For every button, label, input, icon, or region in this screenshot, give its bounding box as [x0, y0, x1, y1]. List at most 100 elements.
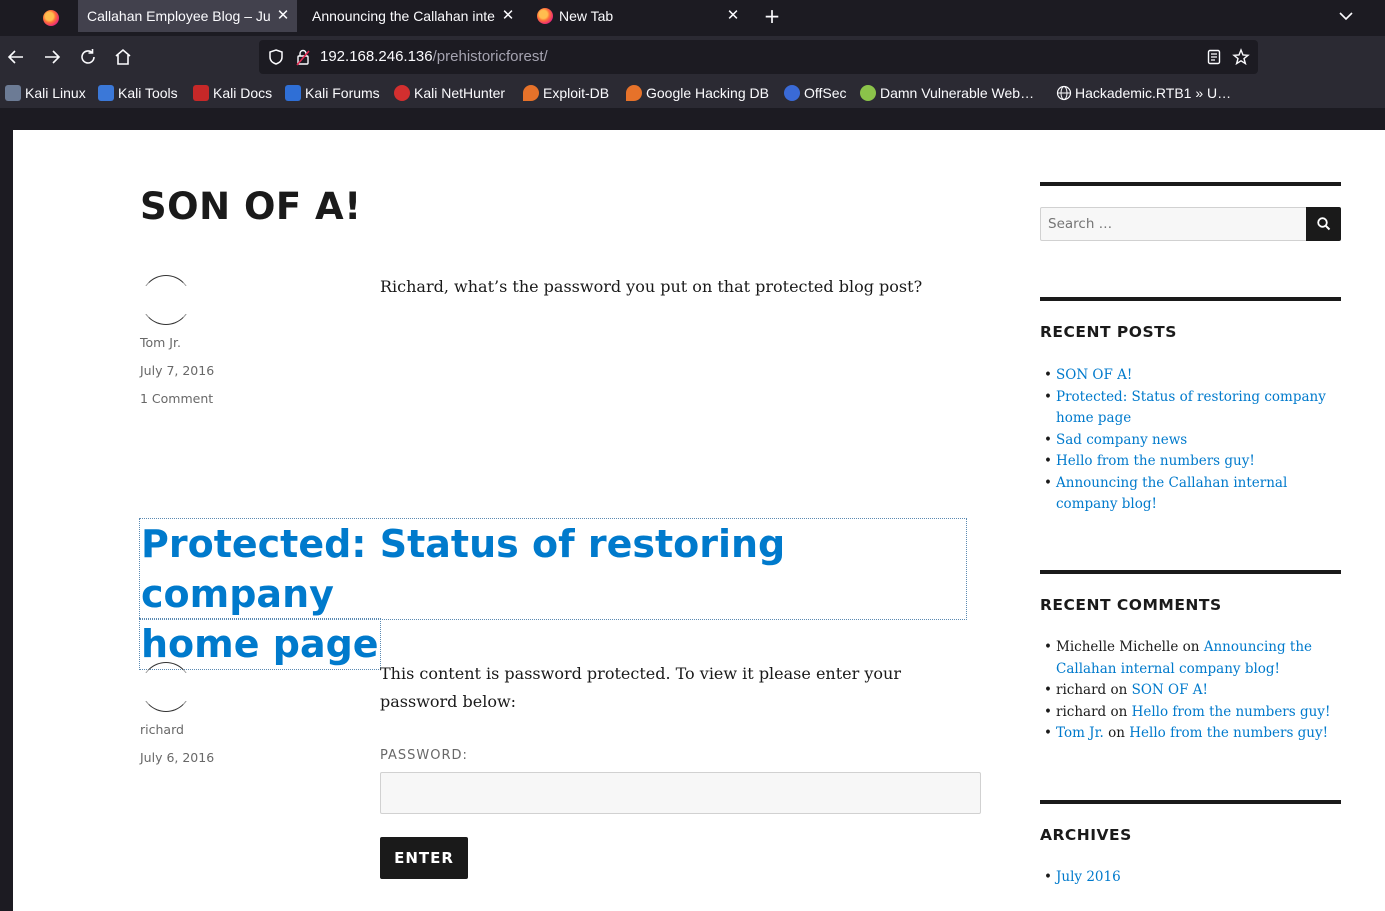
- kali-dragon-icon: [5, 85, 21, 101]
- list-item: SON OF A!: [1040, 365, 1345, 387]
- list-all-tabs-button[interactable]: [1334, 4, 1358, 28]
- list-item: richard on Hello from the numbers guy!: [1040, 702, 1345, 724]
- reload-button[interactable]: [77, 46, 99, 68]
- bookmark-google-hacking-db[interactable]: Google Hacking DB: [626, 83, 769, 103]
- bookmark-offsec[interactable]: OffSec: [784, 83, 847, 103]
- address-bar[interactable]: 192.168.246.136/prehistoricforest/: [259, 40, 1258, 74]
- recent-post-link[interactable]: Hello from the numbers guy!: [1056, 453, 1255, 469]
- reload-icon: [81, 49, 95, 64]
- archives-heading: ARCHIVES: [1040, 826, 1132, 844]
- bookmark-hackademic[interactable]: Hackademic.RTB1 » U…: [1056, 83, 1231, 103]
- url-host: 192.168.246.136: [320, 48, 433, 65]
- bookmark-kali-forums[interactable]: Kali Forums: [285, 83, 380, 103]
- tab-announcing[interactable]: Announcing the Callahan inte ✕: [303, 0, 522, 32]
- globe-icon: [1056, 85, 1072, 101]
- bookmark-label: Kali NetHunter: [414, 85, 506, 101]
- browser-frame-edge: [0, 130, 13, 911]
- offsec-icon: [784, 85, 800, 101]
- navigation-toolbar: 192.168.246.136/prehistoricforest/: [0, 36, 1385, 78]
- author-avatar[interactable]: [140, 662, 194, 712]
- list-item: Michelle Michelle on Announcing the Call…: [1040, 637, 1345, 680]
- comment-on: on: [1108, 725, 1125, 741]
- home-button[interactable]: [112, 46, 134, 68]
- bookmark-label: Kali Tools: [118, 85, 178, 101]
- password-input[interactable]: [380, 772, 981, 814]
- password-label: PASSWORD:: [380, 748, 468, 763]
- list-item: Protected: Status of restoring company h…: [1040, 387, 1345, 430]
- post-date[interactable]: July 7, 2016: [140, 363, 214, 378]
- kali-forums-icon: [285, 85, 301, 101]
- list-item: Sad company news: [1040, 430, 1345, 452]
- archive-link[interactable]: July 2016: [1056, 869, 1121, 885]
- dvwa-icon: [860, 85, 876, 101]
- home-icon: [115, 48, 131, 65]
- bookmark-kali-linux[interactable]: Kali Linux: [5, 83, 86, 103]
- tab-new-tab[interactable]: New Tab ✕: [528, 0, 747, 32]
- close-tab-icon[interactable]: ✕: [275, 8, 291, 24]
- post-comments-link[interactable]: 1 Comment: [140, 391, 213, 406]
- comment-post-link[interactable]: Hello from the numbers guy!: [1129, 725, 1328, 741]
- tab-callahan-blog[interactable]: Callahan Employee Blog – Ju ✕: [78, 0, 297, 32]
- search-field[interactable]: [1040, 207, 1307, 241]
- post-title-son-of-a[interactable]: SON OF A!: [140, 185, 362, 228]
- browser-frame-gap: [0, 108, 1385, 130]
- comment-author-link[interactable]: Tom Jr.: [1056, 725, 1104, 741]
- search-icon: [1316, 217, 1330, 231]
- post-title-line[interactable]: home page: [139, 618, 381, 670]
- list-item: Tom Jr. on Hello from the numbers guy!: [1040, 723, 1345, 745]
- bookmark-kali-tools[interactable]: Kali Tools: [98, 83, 178, 103]
- bookmark-star-icon[interactable]: [1232, 48, 1250, 66]
- recent-posts-list: SON OF A! Protected: Status of restoring…: [1040, 365, 1345, 516]
- list-item: richard on SON OF A!: [1040, 680, 1345, 702]
- exploit-db-icon: [523, 85, 539, 101]
- post-author[interactable]: Tom Jr.: [140, 335, 181, 350]
- enter-button[interactable]: ENTER: [380, 837, 468, 879]
- back-button[interactable]: [5, 46, 27, 68]
- new-tab-button[interactable]: +: [760, 4, 784, 28]
- tab-label: Callahan Employee Blog – Ju: [87, 8, 271, 24]
- bookmark-kali-docs[interactable]: Kali Docs: [193, 83, 272, 103]
- protected-notice: This content is password protected. To v…: [380, 664, 901, 711]
- recent-post-link[interactable]: Announcing the Callahan internal company…: [1056, 475, 1287, 513]
- bookmark-label: Hackademic.RTB1 » U…: [1075, 85, 1232, 101]
- author-avatar[interactable]: [140, 275, 194, 325]
- reader-view-icon[interactable]: [1205, 48, 1223, 66]
- comment-post-link[interactable]: Hello from the numbers guy!: [1132, 704, 1331, 720]
- comment-author: richard: [1056, 682, 1107, 698]
- close-tab-icon[interactable]: ✕: [500, 8, 516, 24]
- bookmark-label: Damn Vulnerable Web…: [880, 85, 1035, 101]
- nethunter-icon: [394, 85, 410, 101]
- search-button[interactable]: [1306, 207, 1341, 241]
- comment-on: on: [1182, 639, 1200, 655]
- post-date[interactable]: July 6, 2016: [140, 750, 214, 765]
- url-path: /prehistoricforest/: [432, 48, 548, 65]
- browser-tab-bar: Callahan Employee Blog – Ju ✕ Announcing…: [0, 0, 1385, 36]
- bookmark-dvwa[interactable]: Damn Vulnerable Web…: [860, 83, 1034, 103]
- bookmark-label: Exploit-DB: [543, 85, 610, 101]
- recent-post-link[interactable]: Sad company news: [1056, 432, 1187, 448]
- forward-button[interactable]: [41, 46, 63, 68]
- firefox-view-button[interactable]: [38, 5, 64, 31]
- insecure-lock-icon[interactable]: [294, 48, 312, 66]
- shield-icon[interactable]: [267, 48, 285, 66]
- recent-comments-list: Michelle Michelle on Announcing the Call…: [1040, 637, 1345, 745]
- archives-list: July 2016: [1040, 867, 1345, 889]
- tab-label: New Tab: [559, 8, 614, 24]
- comment-post-link[interactable]: SON OF A!: [1132, 682, 1208, 698]
- widget-divider: [1040, 800, 1341, 804]
- firefox-icon: [43, 10, 59, 26]
- bookmark-kali-nethunter[interactable]: Kali NetHunter: [394, 83, 505, 103]
- recent-post-link[interactable]: Protected: Status of restoring company h…: [1056, 389, 1326, 427]
- recent-post-link[interactable]: SON OF A!: [1056, 367, 1132, 383]
- recent-comments-heading: RECENT COMMENTS: [1040, 596, 1222, 614]
- bookmark-label: Kali Docs: [213, 85, 273, 101]
- chevron-down-icon: [1339, 12, 1353, 21]
- comment-on: on: [1110, 703, 1128, 720]
- search-input[interactable]: [1041, 208, 1306, 240]
- close-tab-icon[interactable]: ✕: [725, 8, 741, 24]
- post-author[interactable]: richard: [140, 722, 184, 737]
- bookmark-exploit-db[interactable]: Exploit-DB: [523, 83, 609, 103]
- post-title-protected[interactable]: Protected: Status of restoring company h…: [139, 518, 967, 670]
- post-title-line[interactable]: Protected: Status of restoring company: [139, 518, 967, 620]
- url-text[interactable]: 192.168.246.136/prehistoricforest/: [320, 48, 548, 65]
